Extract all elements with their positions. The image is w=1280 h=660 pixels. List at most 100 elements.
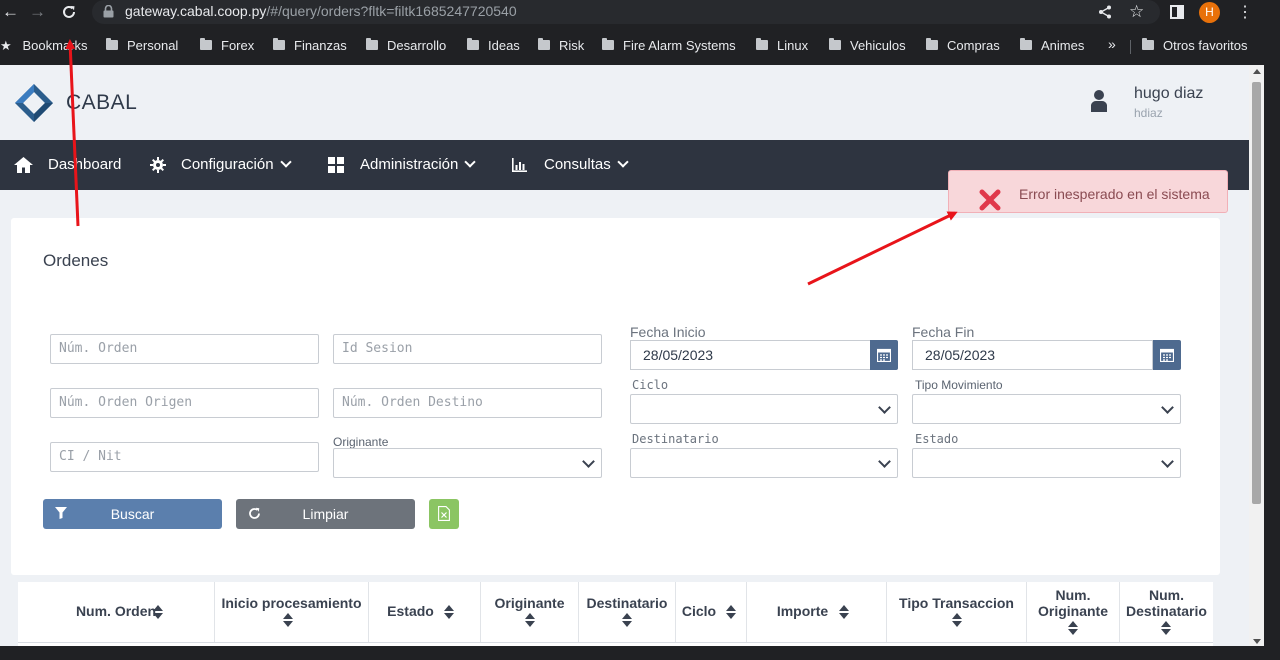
folder-icon xyxy=(200,38,212,50)
fecha-fin-calendar-button[interactable] xyxy=(1153,340,1181,370)
folder-icon xyxy=(926,38,938,50)
limpiar-button[interactable]: Limpiar xyxy=(236,499,415,529)
chrome-strip xyxy=(0,25,1280,34)
originante-select[interactable] xyxy=(333,448,602,478)
sort-icon[interactable] xyxy=(525,613,535,627)
chevron-down-icon xyxy=(1161,401,1174,414)
col-num-destinatario[interactable]: Num. Destinatario xyxy=(1120,582,1213,642)
bookmark-folder[interactable]: Finanzas xyxy=(273,38,347,53)
bookmark-folder[interactable]: Fire Alarm Systems xyxy=(602,38,736,53)
chevron-down-icon xyxy=(617,156,629,168)
app-header: CABAL hugo diaz hdiaz xyxy=(0,65,1249,140)
nav-administracion[interactable]: Administración xyxy=(328,140,478,190)
bookmarks-item[interactable]: ★ Bookmarks xyxy=(0,38,88,54)
col-destinatario[interactable]: Destinatario xyxy=(579,582,676,642)
sort-icon[interactable] xyxy=(283,613,293,627)
col-num-originante[interactable]: Num. Originante xyxy=(1027,582,1120,642)
export-excel-button[interactable] xyxy=(429,499,459,529)
calendar-icon xyxy=(1160,348,1174,362)
star-icon: ★ xyxy=(0,38,12,53)
profile-avatar[interactable]: H xyxy=(1199,2,1220,23)
ci-nit-input[interactable]: CI / Nit xyxy=(50,442,319,472)
sort-icon[interactable] xyxy=(839,605,849,619)
reload-icon[interactable] xyxy=(61,4,77,20)
side-panel-icon[interactable] xyxy=(1170,5,1184,19)
col-tipo-transaccion[interactable]: Tipo Transaccion xyxy=(887,582,1027,642)
sort-icon[interactable] xyxy=(153,605,163,619)
sort-icon[interactable] xyxy=(1068,621,1078,635)
sort-icon[interactable] xyxy=(1161,621,1171,635)
nav-configuracion[interactable]: Configuración xyxy=(150,140,300,190)
url-text[interactable]: gateway.cabal.coop.py/#/query/orders?flt… xyxy=(125,3,517,19)
table-divider xyxy=(18,642,1213,643)
fecha-inicio-input[interactable]: 28/05/2023 xyxy=(630,340,871,370)
sort-icon[interactable] xyxy=(622,613,632,627)
refresh-icon xyxy=(249,507,260,519)
bookmark-folder[interactable]: Risk xyxy=(538,38,584,53)
destinatario-label: Destinatario xyxy=(632,432,719,446)
user-icon[interactable] xyxy=(1090,89,1108,113)
folder-icon xyxy=(538,38,550,50)
col-num-orden[interactable]: Num. Orden xyxy=(18,582,215,642)
error-x-icon xyxy=(979,189,1001,211)
col-importe[interactable]: Importe xyxy=(747,582,887,642)
gear-icon xyxy=(150,157,166,173)
bookmark-folder[interactable]: Linux xyxy=(756,38,808,53)
ciclo-select[interactable] xyxy=(630,394,898,424)
bookmarks-overflow-icon[interactable]: » xyxy=(1108,36,1116,52)
bookmark-folder[interactable]: Personal xyxy=(106,38,178,53)
bookmarks-bar: ★ Bookmarks Personal Forex Finanzas Desa… xyxy=(0,34,1280,59)
sort-icon[interactable] xyxy=(444,605,454,619)
back-icon[interactable]: ← xyxy=(2,3,19,21)
col-inicio-procesamiento[interactable]: Inicio procesamiento xyxy=(215,582,369,642)
folder-icon xyxy=(106,38,118,50)
fecha-fin-input[interactable]: 28/05/2023 xyxy=(912,340,1153,370)
scroll-up-arrow-icon[interactable] xyxy=(1253,69,1261,74)
id-sesion-input[interactable]: Id Sesion xyxy=(333,334,602,364)
share-icon[interactable] xyxy=(1098,5,1112,19)
num-orden-destino-input[interactable]: Núm. Orden Destino xyxy=(333,388,602,418)
other-bookmarks[interactable]: Otros favoritos xyxy=(1142,38,1248,53)
cabal-logo-icon[interactable] xyxy=(14,83,54,123)
bookmark-folder[interactable]: Ideas xyxy=(467,38,520,53)
bookmark-star-icon[interactable]: ☆ xyxy=(1129,2,1144,22)
buscar-button[interactable]: Buscar xyxy=(43,499,222,529)
num-orden-input[interactable]: Núm. Orden xyxy=(50,334,319,364)
estado-select[interactable] xyxy=(912,448,1181,478)
destinatario-select[interactable] xyxy=(630,448,898,478)
folder-icon xyxy=(602,38,614,50)
folder-icon xyxy=(829,38,841,50)
error-toast[interactable]: Error inesperado en el sistema xyxy=(948,170,1228,213)
scroll-thumb[interactable] xyxy=(1252,82,1261,504)
bookmark-folder[interactable]: Compras xyxy=(926,38,1000,53)
col-originante[interactable]: Originante xyxy=(481,582,579,642)
bookmark-folder[interactable]: Animes xyxy=(1020,38,1084,53)
error-toast-message: Error inesperado en el sistema xyxy=(1019,186,1210,202)
folder-icon xyxy=(756,38,768,50)
forward-icon[interactable]: → xyxy=(29,3,46,21)
num-orden-origen-input[interactable]: Núm. Orden Origen xyxy=(50,388,319,418)
home-icon xyxy=(14,157,33,173)
tipo-movimiento-select[interactable] xyxy=(912,394,1181,424)
scroll-down-arrow-icon[interactable] xyxy=(1253,639,1261,644)
bookmarks-separator xyxy=(1130,40,1131,54)
bookmark-folder[interactable]: Desarrollo xyxy=(366,38,446,53)
col-estado[interactable]: Estado xyxy=(369,582,481,642)
user-name[interactable]: hugo diaz xyxy=(1134,85,1203,103)
tipo-movimiento-label: Tipo Movimiento xyxy=(915,378,1003,392)
sort-icon[interactable] xyxy=(952,613,962,627)
folder-icon xyxy=(366,38,378,50)
nav-dashboard[interactable]: Dashboard xyxy=(14,140,124,190)
nav-consultas[interactable]: Consultas xyxy=(512,140,642,190)
menu-icon[interactable]: ⋮ xyxy=(1237,2,1253,22)
bookmark-folder[interactable]: Vehiculos xyxy=(829,38,906,53)
excel-file-icon xyxy=(438,506,450,521)
page-title: Ordenes xyxy=(43,251,109,270)
page-scrollbar[interactable] xyxy=(1249,65,1264,660)
bookmark-folder[interactable]: Forex xyxy=(200,38,254,53)
chevron-down-icon xyxy=(279,156,292,168)
lock-icon xyxy=(103,5,114,18)
app-viewport: CABAL hugo diaz hdiaz Dashboard Configur… xyxy=(0,65,1249,660)
folder-icon xyxy=(1142,38,1154,50)
fecha-inicio-calendar-button[interactable] xyxy=(870,340,898,370)
